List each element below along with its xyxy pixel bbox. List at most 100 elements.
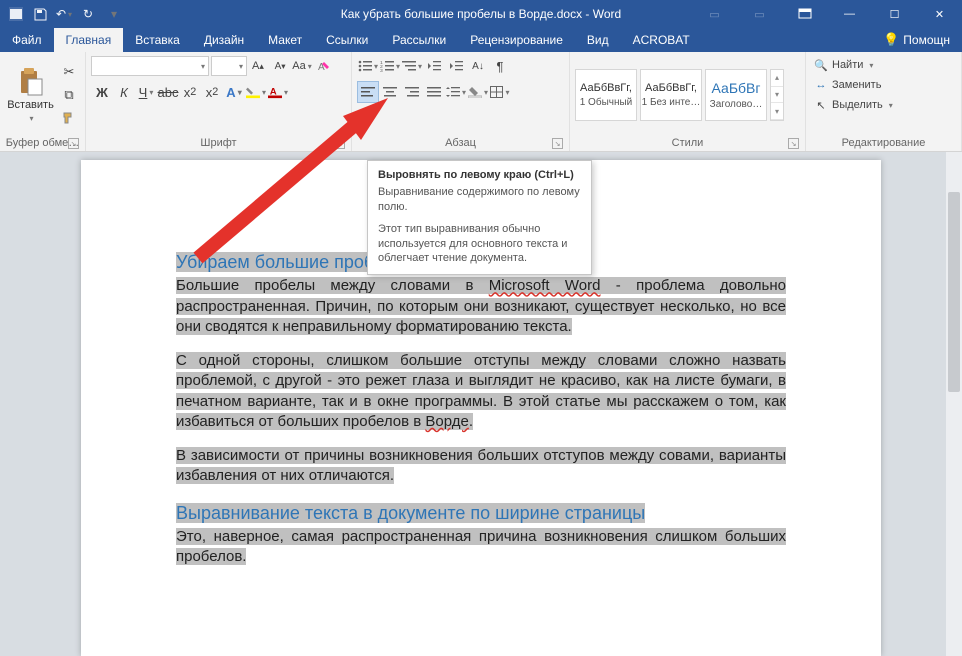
doc-paragraph-4: Это, наверное, самая распространенная пр… bbox=[176, 527, 786, 568]
shrink-font-icon[interactable]: A▾ bbox=[269, 55, 291, 77]
group-styles: АаБбВвГг, 1 Обычный АаБбВвГг, 1 Без инте… bbox=[570, 52, 806, 151]
doc-heading-2: Выравнивание текста в документе по ширин… bbox=[176, 503, 645, 523]
maximize-button[interactable]: ☐ bbox=[872, 0, 917, 28]
ribbon-tabs: Файл Главная Вставка Дизайн Макет Ссылки… bbox=[0, 28, 962, 52]
tab-view[interactable]: Вид bbox=[575, 28, 621, 52]
blurred-control-2: ▭ bbox=[737, 0, 782, 28]
doc-paragraph-3: В зависимости от причины возникновения б… bbox=[176, 446, 786, 487]
vertical-scrollbar[interactable] bbox=[946, 152, 962, 656]
tell-me-help[interactable]: 💡 Помощн bbox=[871, 28, 962, 52]
group-font-label: Шрифт↘ bbox=[91, 135, 346, 150]
tooltip-line-1: Выравнивание содержимого по левому полю. bbox=[378, 185, 581, 215]
chevron-down-icon: ▾ bbox=[29, 114, 33, 123]
underline-icon[interactable]: Ч▾ bbox=[135, 81, 157, 103]
tab-design[interactable]: Дизайн bbox=[192, 28, 256, 52]
bulb-icon: 💡 bbox=[883, 32, 899, 48]
replace-icon: ↔ bbox=[814, 79, 828, 91]
window-title: Как убрать большие пробелы в Ворде.docx … bbox=[341, 7, 621, 21]
tab-file[interactable]: Файл bbox=[0, 28, 54, 52]
group-clipboard: Вставить ▾ ✂ ⧉ Буфер обме…↘ bbox=[0, 52, 86, 151]
select-button[interactable]: ↖ Выделить▾ bbox=[811, 95, 896, 115]
find-icon: 🔍 bbox=[814, 59, 828, 72]
show-marks-icon[interactable]: ¶ bbox=[489, 55, 511, 77]
doc-paragraph-2: С одной стороны, слишком большие отступы… bbox=[176, 351, 786, 432]
highlight-icon[interactable]: ▾ bbox=[245, 81, 267, 103]
scroll-down-icon[interactable]: ▾ bbox=[771, 87, 783, 104]
text-effects-icon[interactable]: A▾ bbox=[223, 81, 245, 103]
scrollbar-thumb[interactable] bbox=[948, 192, 960, 392]
style-gallery-scroll[interactable]: ▴ ▾ ▾ bbox=[770, 69, 784, 121]
ribbon-options-icon[interactable] bbox=[782, 0, 827, 28]
help-text: Помощн bbox=[903, 33, 950, 47]
qat-customize-icon[interactable]: ▾ bbox=[106, 6, 122, 22]
group-styles-label: Стили↘ bbox=[575, 135, 800, 150]
word-app-icon bbox=[8, 6, 24, 22]
italic-icon[interactable]: К bbox=[113, 81, 135, 103]
style-gallery[interactable]: АаБбВвГг, 1 Обычный АаБбВвГг, 1 Без инте… bbox=[575, 69, 784, 121]
tab-references[interactable]: Ссылки bbox=[314, 28, 380, 52]
tab-insert[interactable]: Вставка bbox=[123, 28, 192, 52]
tab-acrobat[interactable]: ACROBAT bbox=[621, 28, 702, 52]
increase-indent-icon[interactable] bbox=[445, 55, 467, 77]
svg-text:3: 3 bbox=[380, 68, 383, 72]
format-painter-icon[interactable] bbox=[58, 107, 80, 129]
group-paragraph-label: Абзац↘ bbox=[357, 135, 564, 150]
clear-formatting-icon[interactable]: A bbox=[313, 55, 335, 77]
quick-access-toolbar: ↶▾ ↻ ▾ bbox=[0, 6, 130, 22]
change-case-icon[interactable]: Aa▾ bbox=[291, 55, 313, 77]
find-button[interactable]: 🔍 Найти▾ bbox=[811, 55, 876, 75]
tab-layout[interactable]: Макет bbox=[256, 28, 314, 52]
grow-font-icon[interactable]: A▴ bbox=[247, 55, 269, 77]
multilevel-list-icon[interactable]: ▾ bbox=[401, 55, 423, 77]
minimize-button[interactable]: — bbox=[827, 0, 872, 28]
replace-button[interactable]: ↔ Заменить bbox=[811, 75, 884, 95]
sort-icon[interactable]: A↓ bbox=[467, 55, 489, 77]
borders-icon[interactable]: ▾ bbox=[489, 81, 511, 103]
superscript-icon[interactable]: x2 bbox=[201, 81, 223, 103]
dialog-launcher-icon[interactable]: ↘ bbox=[334, 138, 345, 149]
paste-label: Вставить bbox=[7, 99, 54, 111]
blurred-control-1: ▭ bbox=[692, 0, 737, 28]
tab-home[interactable]: Главная bbox=[54, 28, 124, 52]
doc-paragraph-1: Большие пробелы между словами в Microsof… bbox=[176, 276, 786, 337]
tab-mailings[interactable]: Рассылки bbox=[380, 28, 458, 52]
numbering-icon[interactable]: 123▾ bbox=[379, 55, 401, 77]
font-size-combo[interactable]: ▾ bbox=[211, 56, 247, 76]
decrease-indent-icon[interactable] bbox=[423, 55, 445, 77]
style-no-spacing[interactable]: АаБбВвГг, 1 Без инте… bbox=[640, 69, 702, 121]
align-left-button[interactable] bbox=[357, 81, 379, 103]
undo-icon[interactable]: ↶▾ bbox=[56, 6, 72, 22]
dialog-launcher-icon[interactable]: ↘ bbox=[788, 138, 799, 149]
style-normal[interactable]: АаБбВвГг, 1 Обычный bbox=[575, 69, 637, 121]
align-center-button[interactable] bbox=[379, 81, 401, 103]
dialog-launcher-icon[interactable]: ↘ bbox=[68, 138, 79, 149]
style-heading-1[interactable]: АаБбВг Заголово… bbox=[705, 69, 767, 121]
bullets-icon[interactable]: ▾ bbox=[357, 55, 379, 77]
expand-gallery-icon[interactable]: ▾ bbox=[771, 103, 783, 120]
subscript-icon[interactable]: x2 bbox=[179, 81, 201, 103]
select-icon: ↖ bbox=[814, 99, 828, 112]
close-button[interactable]: ✕ bbox=[917, 0, 962, 28]
save-icon[interactable] bbox=[32, 6, 48, 22]
line-spacing-icon[interactable]: ▾ bbox=[445, 81, 467, 103]
strikethrough-icon[interactable]: abc bbox=[157, 81, 179, 103]
redo-icon[interactable]: ↻ bbox=[80, 6, 96, 22]
group-paragraph: ▾ 123▾ ▾ A↓ ¶ bbox=[352, 52, 570, 151]
justify-button[interactable] bbox=[423, 81, 445, 103]
cut-icon[interactable]: ✂ bbox=[58, 61, 80, 83]
shading-icon[interactable]: ▾ bbox=[467, 81, 489, 103]
align-left-tooltip: Выровнять по левому краю (Ctrl+L) Выравн… bbox=[367, 160, 592, 275]
font-name-combo[interactable]: ▾ bbox=[91, 56, 209, 76]
group-editing-label: Редактирование bbox=[811, 135, 956, 150]
tab-review[interactable]: Рецензирование bbox=[458, 28, 575, 52]
dialog-launcher-icon[interactable]: ↘ bbox=[552, 138, 563, 149]
paste-button[interactable]: Вставить ▾ bbox=[5, 67, 56, 122]
ribbon: Вставить ▾ ✂ ⧉ Буфер обме…↘ ▾ ▾ A▴ A▾ Aa… bbox=[0, 52, 962, 152]
window-controls: ▭ ▭ — ☐ ✕ bbox=[692, 0, 962, 28]
font-color-icon[interactable]: A▾ bbox=[267, 81, 289, 103]
align-right-button[interactable] bbox=[401, 81, 423, 103]
group-clipboard-label: Буфер обме…↘ bbox=[5, 135, 80, 150]
scroll-up-icon[interactable]: ▴ bbox=[771, 70, 783, 87]
bold-icon[interactable]: Ж bbox=[91, 81, 113, 103]
copy-icon[interactable]: ⧉ bbox=[58, 84, 80, 106]
